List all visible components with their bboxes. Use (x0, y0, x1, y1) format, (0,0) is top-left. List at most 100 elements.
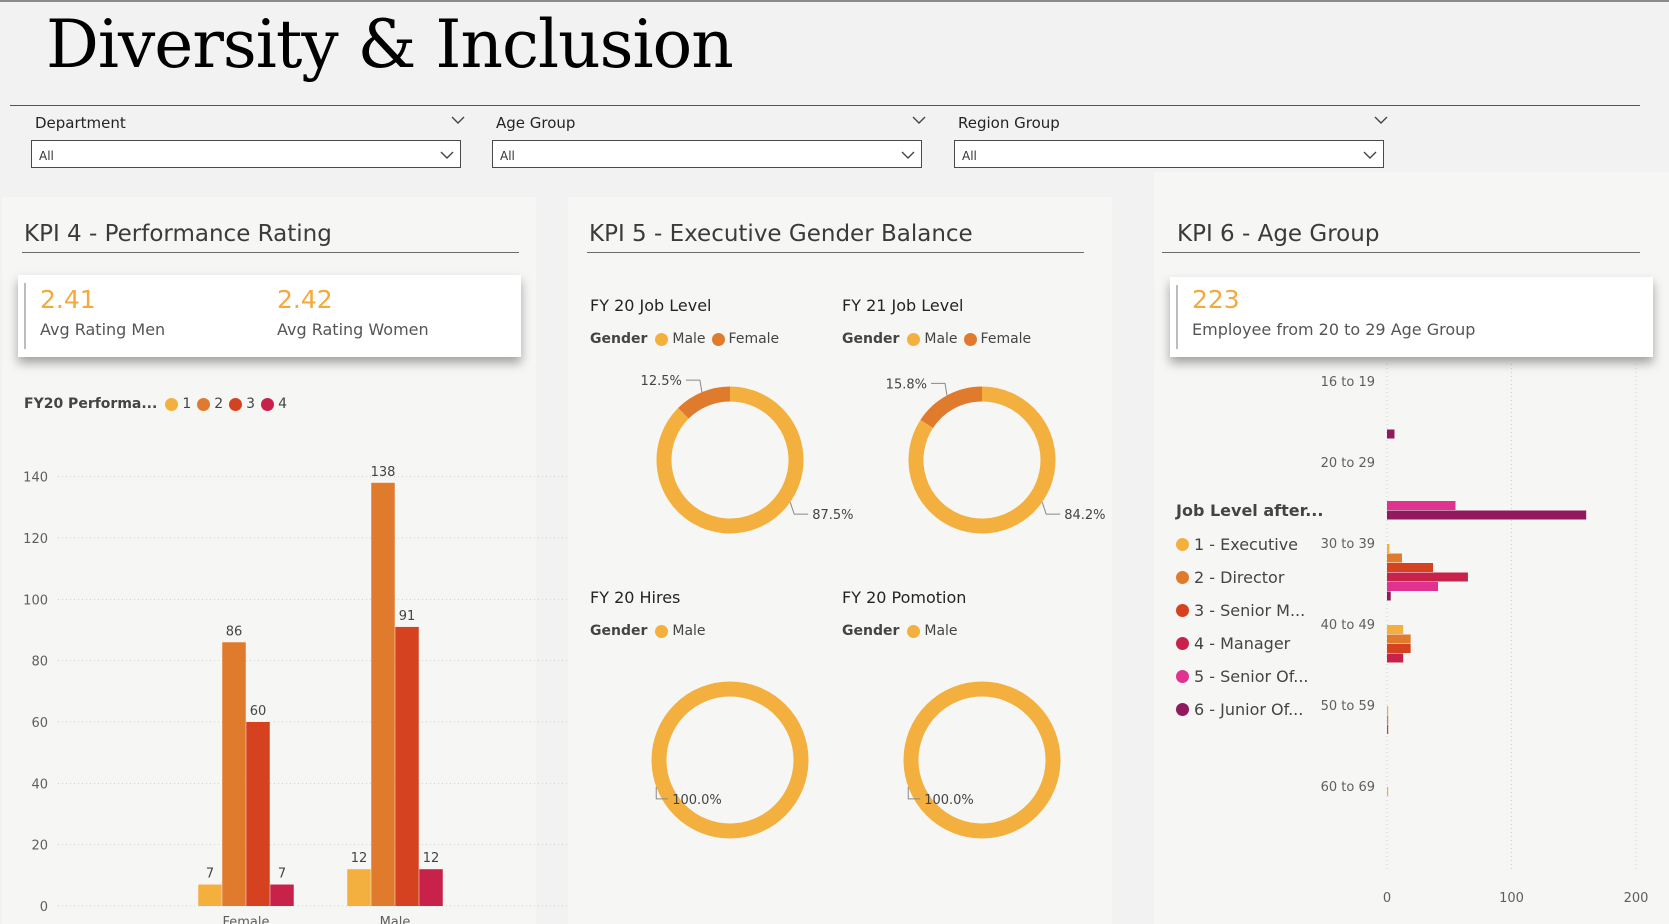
x-tick-label: 100 (1499, 891, 1524, 906)
fy20-hires-legend: Gender Male (590, 623, 712, 639)
x-tick-label: 200 (1624, 891, 1649, 906)
region-group-slicer[interactable]: Region Group All (954, 112, 1388, 172)
legend-item[interactable]: 1 - Executive (1176, 528, 1323, 561)
perf-legend: FY20 Performa... 1 2 3 4 (24, 396, 293, 412)
legend-label: 3 (246, 396, 256, 412)
y-tick-label: 60 to 69 (1321, 780, 1375, 795)
bar (1387, 644, 1411, 653)
bar (1387, 544, 1390, 553)
y-tick-label: 140 (23, 471, 48, 486)
data-label: 12.5% (641, 374, 682, 389)
card-accent-bar (24, 283, 26, 349)
legend-label: 4 - Manager (1194, 634, 1291, 653)
chevron-down-icon[interactable] (1374, 114, 1388, 126)
donut-segment (903, 681, 1061, 839)
bar (270, 884, 294, 906)
bar (1387, 510, 1587, 520)
legend-label: 6 - Junior Of... (1194, 700, 1304, 719)
bar (371, 482, 395, 906)
chevron-down-icon (1363, 151, 1377, 159)
bar (1387, 429, 1395, 439)
legend-item[interactable]: 1 (165, 396, 191, 412)
legend-item[interactable]: 2 - Director (1176, 561, 1323, 594)
data-label: 60 (250, 704, 267, 719)
legend-item[interactable]: 2 (197, 396, 223, 412)
slicer-value: All (500, 149, 515, 163)
legend-item[interactable]: Male (655, 331, 706, 347)
bar (222, 642, 246, 906)
leader-line (685, 379, 703, 393)
legend-title: Job Level after... (1176, 501, 1324, 520)
legend-item[interactable]: 4 (261, 396, 287, 412)
data-label: 86 (226, 624, 243, 639)
department-slicer[interactable]: Department All (31, 112, 465, 172)
legend-label: 2 - Director (1194, 568, 1285, 587)
leader-line (789, 501, 809, 515)
avg-rating-women-value: 2.42 (277, 285, 333, 314)
fy20-job-level-title: FY 20 Job Level (590, 296, 712, 315)
legend-item[interactable]: Female (711, 331, 780, 347)
fy20-job-level-donut: 12.5% 87.5% (641, 374, 854, 534)
age-group-dropdown[interactable]: All (492, 140, 922, 168)
legend-dot (963, 332, 977, 346)
region-group-dropdown[interactable]: All (954, 140, 1384, 168)
avg-rating-women-label: Avg Rating Women (277, 320, 429, 339)
legend-label: Male (924, 331, 958, 347)
legend-title: Gender (590, 331, 648, 347)
donut-segment (678, 386, 731, 419)
chevron-down-icon[interactable] (912, 114, 926, 126)
kpi6-card: 223 Employee from 20 to 29 Age Group (1170, 277, 1653, 357)
department-dropdown[interactable]: All (31, 140, 461, 168)
fy20-promotion-donut: 100.0% (903, 681, 1061, 839)
legend-item[interactable]: 4 - Manager (1176, 627, 1323, 660)
bar (1387, 634, 1411, 644)
legend-dot (165, 397, 179, 411)
bar (1387, 501, 1456, 510)
data-label: 138 (371, 465, 396, 480)
chevron-down-icon (901, 151, 915, 159)
legend-dot (1176, 538, 1189, 551)
y-tick-label: 20 (31, 839, 48, 854)
bar (395, 626, 419, 906)
legend-item[interactable]: 3 - Senior M... (1176, 594, 1323, 627)
legend-item[interactable]: Male (655, 623, 706, 639)
legend-dot (1176, 637, 1189, 650)
bar (198, 884, 222, 906)
bar (1387, 553, 1402, 563)
bar (1387, 563, 1434, 572)
legend-dot (907, 332, 921, 346)
data-label: 7 (206, 867, 214, 882)
legend-item[interactable]: 3 (229, 396, 255, 412)
legend-label: 1 (182, 396, 192, 412)
legend-item[interactable]: Male (907, 623, 958, 639)
legend-item[interactable]: Female (963, 331, 1031, 347)
fy20-job-level-legend: Gender Male Female (590, 331, 785, 347)
slicer-label: Age Group (496, 114, 576, 132)
bar (1387, 582, 1439, 591)
legend-item[interactable]: Male (907, 331, 958, 347)
legend-title: FY20 Performa... (24, 396, 158, 412)
chevron-down-icon[interactable] (451, 114, 465, 126)
age-group-slicer[interactable]: Age Group All (492, 112, 926, 172)
legend-dot (229, 397, 243, 411)
legend-dot (1176, 604, 1189, 617)
legend-label: Female (728, 331, 780, 347)
page-title: Diversity & Inclusion (46, 6, 734, 83)
y-tick-label: 40 to 49 (1321, 618, 1375, 633)
slicer-label: Department (35, 114, 126, 132)
legend-item[interactable]: 5 - Senior Of... (1176, 660, 1323, 693)
bar (419, 869, 443, 906)
leader-line (930, 382, 948, 396)
fy20-promotion-legend: Gender Male (842, 623, 964, 639)
donut-segment (656, 386, 804, 534)
donut-segment (651, 681, 809, 839)
x-tick-label: Female (222, 915, 269, 924)
legend-label: Male (924, 623, 958, 639)
y-tick-label: 120 (23, 532, 48, 547)
legend-item[interactable]: 6 - Junior Of... (1176, 693, 1323, 726)
card-accent-bar (1176, 285, 1178, 349)
legend-dot (711, 332, 725, 346)
chevron-down-icon (440, 151, 454, 159)
data-label: 12 (351, 851, 368, 866)
bar (1387, 591, 1391, 601)
